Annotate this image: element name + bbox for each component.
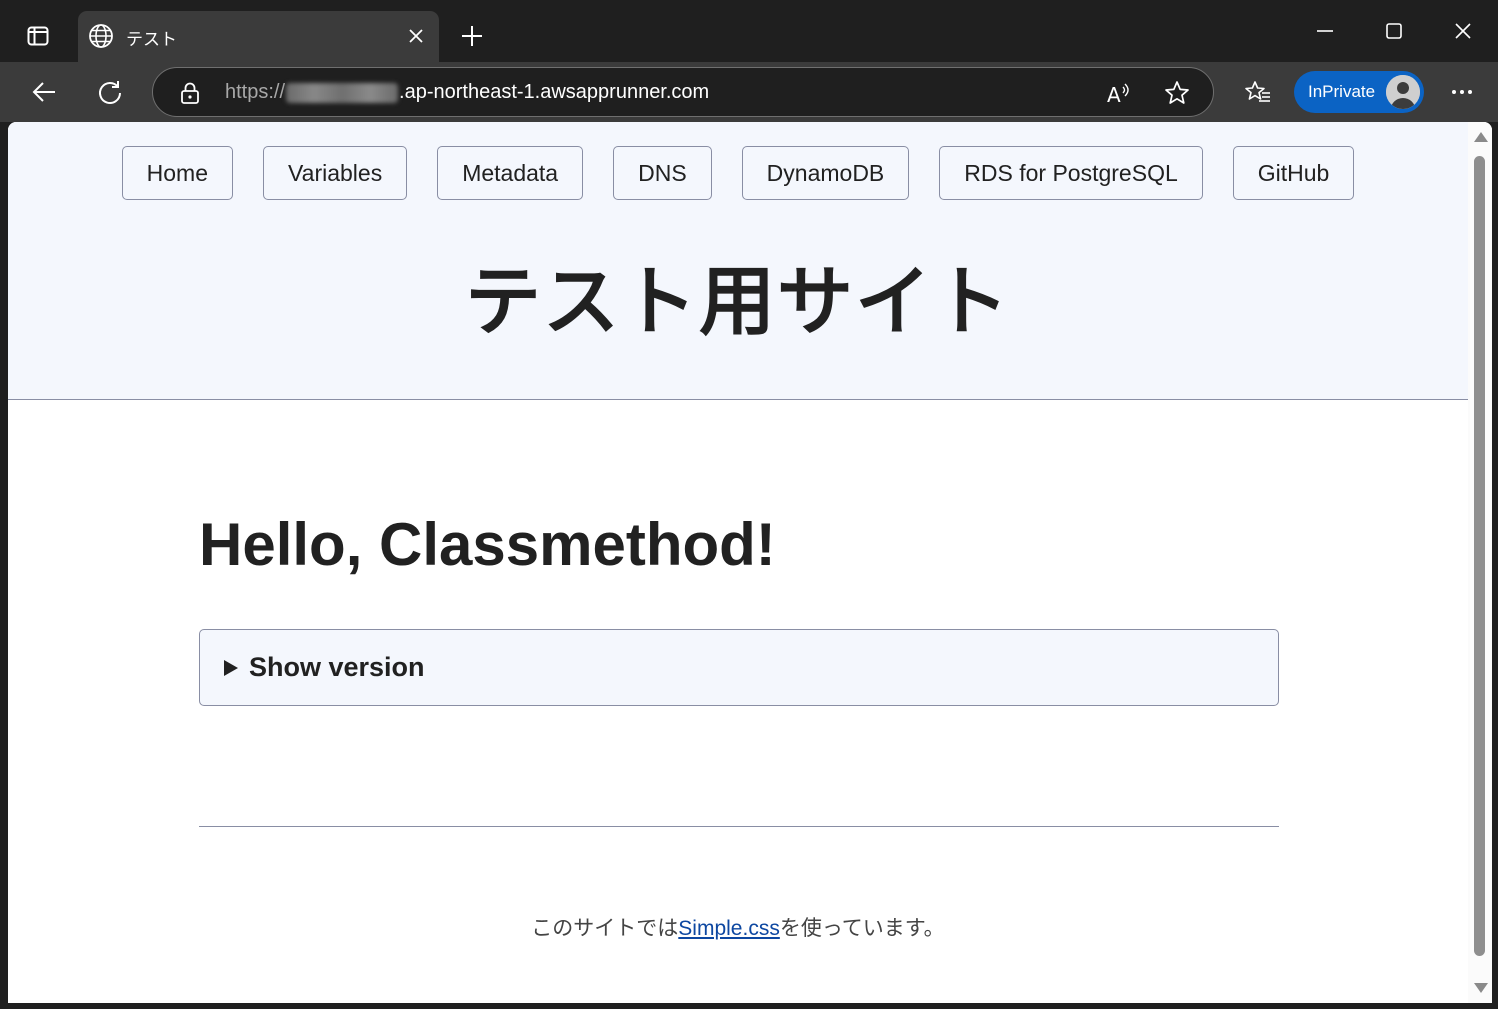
footer-suffix: を使っています。 [779, 917, 945, 940]
window-close-button[interactable] [1433, 8, 1493, 54]
nav-dns[interactable]: DNS [613, 146, 712, 200]
title-bar: テスト [0, 0, 1498, 62]
redacted-subdomain [286, 82, 399, 103]
tab-actions-button[interactable] [14, 14, 62, 58]
scroll-up-arrow-icon[interactable] [1474, 132, 1488, 142]
site-header: Home Variables Metadata DNS DynamoDB RDS… [8, 122, 1468, 400]
url-host: .ap-northeast-1.awsapprunner.com [399, 81, 710, 103]
vertical-scrollbar[interactable] [1468, 122, 1492, 1003]
globe-icon [89, 24, 113, 48]
show-version-details[interactable]: Show version [199, 629, 1279, 706]
more-button[interactable] [1440, 70, 1484, 114]
nav-rds-postgresql[interactable]: RDS for PostgreSQL [939, 146, 1203, 200]
nav-dynamodb[interactable]: DynamoDB [741, 146, 910, 200]
back-button[interactable] [22, 70, 66, 114]
minimize-button[interactable] [1295, 8, 1355, 54]
favorites-icon [1245, 81, 1270, 102]
avatar [1386, 75, 1420, 109]
site-footer: このサイトではSimple.cssを使っています。 [8, 912, 1468, 942]
favorites-button[interactable] [1236, 70, 1280, 114]
profile-icon [1386, 75, 1420, 109]
svg-text:A: A [1107, 83, 1121, 107]
refresh-button[interactable] [88, 70, 132, 114]
site-nav: Home Variables Metadata DNS DynamoDB RDS… [8, 146, 1468, 200]
inprivate-profile-button[interactable]: InPrivate [1294, 71, 1424, 113]
nav-home[interactable]: Home [121, 146, 234, 200]
close-icon [409, 29, 423, 43]
lock-icon[interactable] [177, 80, 203, 106]
tab-actions-icon [27, 26, 49, 46]
url-scheme: https:// [225, 81, 286, 103]
minimize-icon [1317, 30, 1333, 32]
tab-close-button[interactable] [403, 23, 429, 49]
page-heading: Hello, Classmethod! [199, 511, 776, 578]
nav-github[interactable]: GitHub [1232, 146, 1355, 200]
new-tab-button[interactable] [452, 16, 492, 56]
more-icon [1452, 90, 1472, 94]
close-icon [1455, 23, 1471, 39]
star-icon[interactable] [1163, 79, 1191, 107]
footer-prefix: このサイトでは [531, 917, 679, 940]
browser-tab[interactable]: テスト [78, 11, 439, 62]
page-viewport: Home Variables Metadata DNS DynamoDB RDS… [8, 122, 1492, 1003]
scrollbar-thumb[interactable] [1474, 156, 1485, 956]
maximize-icon [1386, 23, 1402, 39]
browser-toolbar: https:// .ap-northeast-1.awsapprunner.co… [0, 62, 1498, 122]
url-text[interactable]: https:// .ap-northeast-1.awsapprunner.co… [225, 81, 709, 104]
plus-icon [462, 26, 482, 46]
read-aloud-icon[interactable]: A [1105, 79, 1133, 107]
nav-metadata[interactable]: Metadata [437, 146, 584, 200]
address-bar[interactable]: https:// .ap-northeast-1.awsapprunner.co… [152, 67, 1214, 117]
nav-variables[interactable]: Variables [263, 146, 408, 200]
scroll-down-arrow-icon[interactable] [1474, 983, 1488, 993]
site-title: テスト用サイト [465, 260, 1011, 345]
disclosure-triangle-icon [224, 660, 238, 676]
maximize-button[interactable] [1364, 8, 1424, 54]
simple-css-link[interactable]: Simple.css [678, 917, 780, 940]
refresh-icon [99, 81, 121, 104]
back-arrow-icon [32, 82, 55, 102]
tab-title: テスト [126, 30, 177, 49]
divider [199, 826, 1279, 827]
inprivate-label: InPrivate [1308, 82, 1376, 101]
details-summary: Show version [249, 652, 425, 682]
